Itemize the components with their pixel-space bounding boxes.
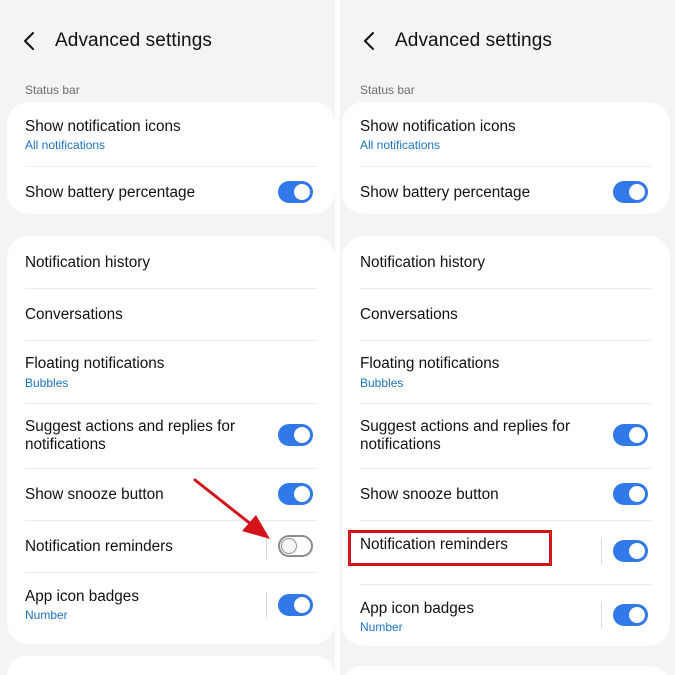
suggest-actions-toggle[interactable] — [613, 424, 648, 446]
vertical-separator — [266, 592, 267, 618]
setting-floating-notifications[interactable]: Floating notifications Bubbles — [342, 340, 670, 403]
setting-subtitle: Number — [360, 620, 403, 634]
setting-notification-history[interactable]: Notification history — [342, 236, 670, 288]
next-card-peek — [7, 656, 335, 675]
setting-notification-history[interactable]: Notification history — [7, 236, 335, 288]
notification-reminders-toggle[interactable] — [278, 535, 313, 557]
setting-label: Conversations — [360, 306, 458, 323]
annotation-highlight-box — [348, 530, 552, 566]
left-screenshot-panel: Advanced settings Status bar Show notifi… — [0, 0, 335, 675]
setting-label: Show snooze button — [25, 486, 164, 503]
setting-app-icon-badges[interactable]: App icon badges Number — [342, 584, 670, 646]
setting-show-snooze-button[interactable]: Show snooze button — [7, 468, 335, 520]
battery-percentage-toggle[interactable] — [278, 181, 313, 203]
setting-label: App icon badges — [360, 600, 474, 617]
setting-label: Notification history — [360, 254, 485, 271]
app-bar: Advanced settings — [22, 26, 212, 56]
app-bar: Advanced settings — [362, 26, 552, 56]
setting-app-icon-badges[interactable]: App icon badges Number — [7, 572, 335, 644]
notification-settings-card: Notification history Conversations Float… — [7, 236, 335, 644]
notification-settings-card: Notification history Conversations Float… — [342, 236, 670, 646]
setting-label: Notification reminders — [25, 538, 173, 555]
setting-suggest-actions[interactable]: Suggest actions and replies for notifica… — [342, 403, 670, 468]
setting-label: Suggest actions and replies for notifica… — [25, 418, 236, 453]
setting-label: Notification history — [25, 254, 150, 271]
setting-show-notification-icons[interactable]: Show notification icons All notification… — [342, 102, 670, 166]
snooze-button-toggle[interactable] — [613, 483, 648, 505]
setting-subtitle: Bubbles — [360, 376, 404, 390]
setting-label: Conversations — [25, 306, 123, 323]
chevron-left-icon[interactable] — [22, 27, 46, 55]
setting-conversations[interactable]: Conversations — [7, 288, 335, 340]
setting-conversations[interactable]: Conversations — [342, 288, 670, 340]
setting-show-snooze-button[interactable]: Show snooze button — [342, 468, 670, 520]
section-label-status-bar: Status bar — [360, 83, 415, 97]
snooze-button-toggle[interactable] — [278, 483, 313, 505]
notification-reminders-toggle[interactable] — [613, 540, 648, 562]
status-bar-card: Show notification icons All notification… — [342, 102, 670, 214]
setting-label: Show notification icons — [360, 118, 516, 135]
setting-label: Show snooze button — [360, 486, 499, 503]
setting-subtitle: Bubbles — [25, 376, 69, 390]
next-card-peek — [342, 666, 670, 675]
setting-suggest-actions[interactable]: Suggest actions and replies for notifica… — [7, 403, 335, 468]
section-label-status-bar: Status bar — [25, 83, 80, 97]
setting-label: Floating notifications — [360, 355, 500, 372]
setting-floating-notifications[interactable]: Floating notifications Bubbles — [7, 340, 335, 403]
chevron-left-icon[interactable] — [362, 27, 386, 55]
page-title: Advanced settings — [395, 30, 552, 51]
page-title: Advanced settings — [55, 30, 212, 51]
right-screenshot-panel: Advanced settings Status bar Show notifi… — [340, 0, 675, 675]
vertical-separator — [601, 538, 602, 564]
status-bar-card: Show notification icons All notification… — [7, 102, 335, 214]
setting-show-battery-percentage[interactable]: Show battery percentage — [342, 166, 670, 214]
setting-subtitle: Number — [25, 608, 68, 622]
battery-percentage-toggle[interactable] — [613, 181, 648, 203]
app-icon-badges-toggle[interactable] — [613, 604, 648, 626]
setting-label: Show notification icons — [25, 118, 181, 135]
setting-subtitle: All notifications — [360, 138, 441, 152]
app-icon-badges-toggle[interactable] — [278, 594, 313, 616]
setting-label: Show battery percentage — [360, 184, 531, 201]
setting-show-notification-icons[interactable]: Show notification icons All notification… — [7, 102, 335, 166]
setting-label: Suggest actions and replies for notifica… — [360, 418, 571, 453]
setting-label: Floating notifications — [25, 355, 165, 372]
setting-label: Show battery percentage — [25, 184, 196, 201]
vertical-separator — [266, 533, 267, 559]
vertical-separator — [601, 602, 602, 628]
suggest-actions-toggle[interactable] — [278, 424, 313, 446]
setting-label: App icon badges — [25, 588, 139, 605]
setting-show-battery-percentage[interactable]: Show battery percentage — [7, 166, 335, 214]
setting-notification-reminders[interactable]: Notification reminders — [7, 520, 335, 572]
setting-subtitle: All notifications — [25, 138, 106, 152]
